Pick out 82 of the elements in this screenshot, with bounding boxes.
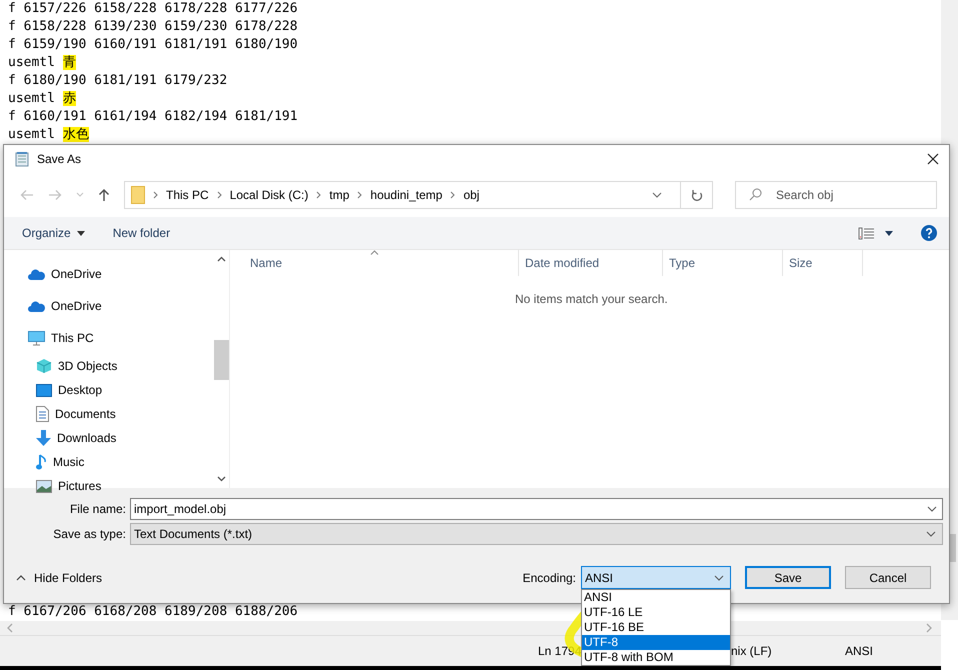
help-icon[interactable] [921,225,937,241]
nav-item[interactable]: OneDrive [4,258,102,290]
breadcrumb-item[interactable]: Local Disk (C:) [230,188,308,202]
chevron-icon [216,191,222,199]
music-note-icon [36,454,47,470]
cancel-button[interactable]: Cancel [845,566,931,589]
save-button[interactable]: Save [745,566,831,589]
search-icon [749,188,762,201]
code-line: f 6160/191 6161/194 6182/194 6181/191 [7,108,298,126]
breadcrumb-item[interactable]: obj [463,188,480,202]
scroll-up-icon[interactable] [216,256,226,262]
cloud-icon [28,300,45,312]
caret-icon [16,574,26,580]
chevron-icon [357,191,362,199]
hide-folders-button[interactable]: Hide Folders [4,566,114,588]
scroll-down-icon[interactable] [216,476,226,482]
dropdown-caret-icon[interactable] [652,192,662,198]
nav-item[interactable]: Pictures [4,474,102,498]
nav-item[interactable]: OneDrive [4,290,102,322]
file-name-field[interactable]: import_model.obj [130,498,943,520]
nav-item[interactable]: Desktop [4,378,102,402]
nav-item[interactable]: Music [4,450,84,474]
dropdown-caret-icon[interactable] [927,506,937,512]
column-header[interactable]: Type [663,250,783,276]
code-line: f 6158/228 6139/230 6159/230 6178/228 [7,18,298,36]
up-arrow-icon[interactable] [98,188,110,202]
breadcrumb-item[interactable]: houdini_temp [370,188,442,202]
nav-item[interactable]: Documents [4,402,116,426]
chevron-icon [450,191,456,199]
folder-icon [131,186,145,204]
notepad-icon [14,151,30,167]
monitor-icon [28,330,45,346]
desktop-icon [36,384,52,396]
cube-icon [36,358,52,374]
caret-icon [76,230,85,236]
new-folder-button[interactable]: New folder [104,222,178,244]
close-icon[interactable] [927,153,939,165]
down-arrow-icon [36,430,51,446]
save-as-type-dropdown[interactable]: Text Documents (*.txt) [130,523,943,545]
document-icon [36,406,49,422]
chevron-icon [153,191,158,199]
address-bar[interactable]: This PC Local Disk (C:) tmp houdini_temp obj [124,181,713,209]
field-label: Save as type: [52,527,126,541]
chevron-icon [316,191,322,199]
dropdown-option[interactable]: ANSI [582,590,730,605]
code-line: usemtl 青 [7,54,76,72]
code-line: f 6157/226 6158/228 6178/228 6177/226 [7,0,298,18]
pictures-icon [36,480,52,492]
code-line: usemtl 赤 [7,90,76,108]
dropdown-caret-icon [926,531,936,537]
line-ending: nix (LF) [731,644,772,658]
column-header[interactable]: Size [783,250,863,276]
search-field[interactable]: Search obj [735,181,937,209]
dropdown-caret-icon [714,574,724,580]
code-line: f 6180/190 6181/191 6179/232 [7,72,228,90]
code-line: f 6167/206 6168/208 6189/208 6188/206 [7,603,298,621]
refresh-icon [690,188,702,202]
view-caret-icon[interactable] [885,230,893,236]
field-label: File name: [68,502,126,516]
dropdown-option[interactable]: UTF-8 with BOM [582,650,730,665]
field-label: Encoding: [522,570,576,584]
dropdown-option[interactable]: UTF-8 [582,635,730,650]
cloud-icon [28,268,45,280]
window-title: Save As [37,152,82,166]
empty-message: No items match your search. [515,292,668,306]
breadcrumb-item[interactable]: This PC [166,188,209,202]
nav-item[interactable]: 3D Objects [4,354,118,378]
column-header[interactable]: Name [244,250,519,276]
encoding-status: ANSI [845,644,874,658]
nav-item[interactable]: This PC [4,322,94,354]
scrollbar-thumb[interactable] [214,340,228,380]
organize-menu[interactable]: Organize [14,222,93,244]
nav-item[interactable]: Downloads [4,426,116,450]
sort-caret-icon [370,250,379,255]
dropdown-option[interactable]: UTF-16 BE [582,620,730,635]
dropdown-option[interactable]: UTF-16 LE [582,605,730,620]
code-line: f 6159/190 6160/191 6181/191 6180/190 [7,36,298,54]
breadcrumb-item[interactable]: tmp [329,188,350,202]
column-header[interactable]: Date modified [519,250,663,276]
encoding-dropdown[interactable]: ANSI [581,566,731,589]
view-options-icon[interactable] [858,226,875,240]
code-line: usemtl 水色 [7,126,89,144]
